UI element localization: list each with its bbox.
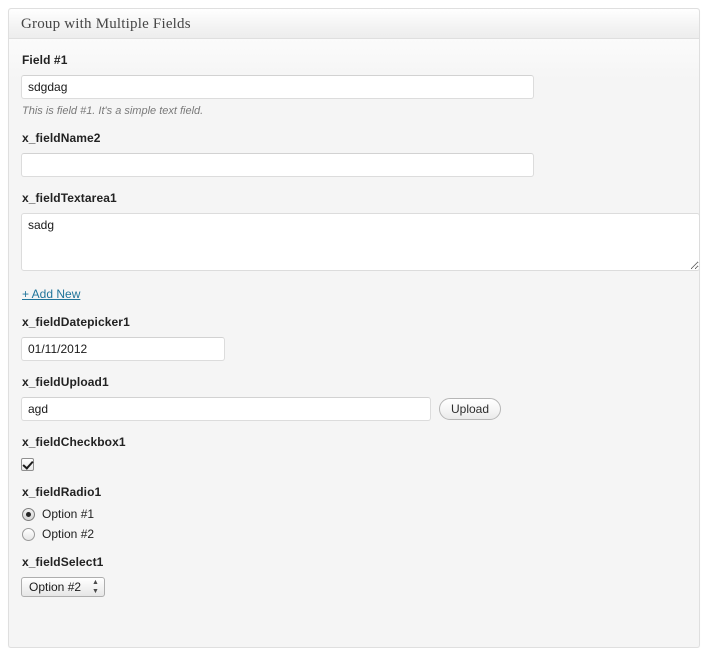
panel-body: Field #1 This is field #1. It's a simple… (9, 39, 699, 629)
checkbox1-label: x_fieldCheckbox1 (22, 435, 687, 449)
field1-label: Field #1 (22, 53, 687, 67)
field-row-radio1: x_fieldRadio1 Option #1 Option #2 (21, 485, 687, 541)
select1-label: x_fieldSelect1 (22, 555, 687, 569)
field-row-field1: Field #1 This is field #1. It's a simple… (21, 53, 687, 117)
select1-dropdown[interactable]: Option #2 ▲▼ (21, 577, 105, 597)
chevron-updown-icon: ▲▼ (89, 578, 102, 596)
page-title: Group with Multiple Fields (21, 16, 191, 32)
textarea1-input[interactable] (21, 213, 700, 271)
field1-description: This is field #1. It's a simple text fie… (22, 105, 687, 117)
radio1-label: x_fieldRadio1 (22, 485, 687, 499)
name2-label: x_fieldName2 (22, 131, 687, 145)
radio-input-option-1[interactable] (22, 508, 35, 521)
field-row-textarea1: x_fieldTextarea1 (21, 191, 687, 271)
field-row-datepicker1: x_fieldDatepicker1 (21, 315, 687, 361)
field1-input[interactable] (21, 75, 534, 99)
datepicker1-input[interactable] (21, 337, 225, 361)
upload-button[interactable]: Upload (439, 398, 501, 420)
radio-input-option-2[interactable] (22, 528, 35, 541)
upload1-label: x_fieldUpload1 (22, 375, 687, 389)
radio-label-option-2: Option #2 (42, 527, 94, 541)
upload1-row: Upload (21, 397, 687, 421)
field-row-select1: x_fieldSelect1 Option #2 ▲▼ (21, 555, 687, 597)
radio-option-2[interactable]: Option #2 (22, 527, 687, 541)
field-row-name2: x_fieldName2 (21, 131, 687, 177)
panel-header: Group with Multiple Fields (9, 9, 699, 39)
add-new-link[interactable]: + Add New (22, 287, 80, 301)
field-row-checkbox1: x_fieldCheckbox1 (21, 435, 687, 471)
select1-value: Option #2 (29, 580, 81, 594)
metabox-panel: Group with Multiple Fields Field #1 This… (8, 8, 700, 648)
field-row-add-new: + Add New (21, 285, 687, 301)
upload1-input[interactable] (21, 397, 431, 421)
datepicker1-label: x_fieldDatepicker1 (22, 315, 687, 329)
field-row-upload1: x_fieldUpload1 Upload (21, 375, 687, 421)
radio-label-option-1: Option #1 (42, 507, 94, 521)
page-root: Group with Multiple Fields Field #1 This… (0, 0, 722, 626)
textarea1-label: x_fieldTextarea1 (22, 191, 687, 205)
radio-option-1[interactable]: Option #1 (22, 507, 687, 521)
checkbox1-input[interactable] (21, 458, 34, 471)
name2-input[interactable] (21, 153, 534, 177)
